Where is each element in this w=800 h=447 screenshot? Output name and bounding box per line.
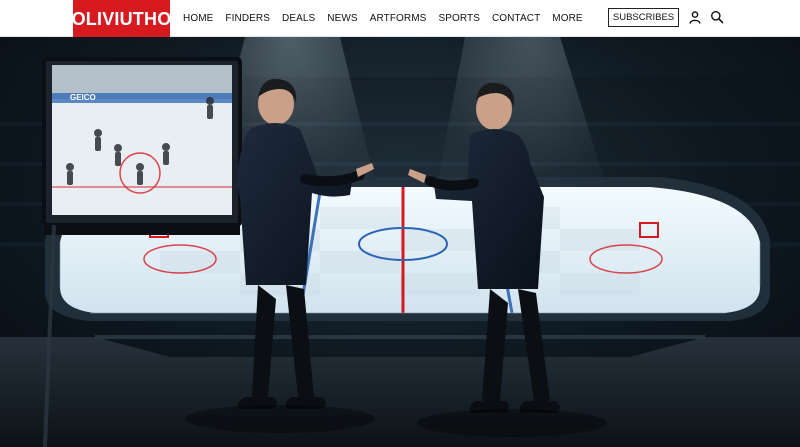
geico-board-text: GEICO [70,93,96,102]
nav-item-artforms[interactable]: ARTFORMS [370,13,427,24]
nav-item-news[interactable]: NEWS [327,13,357,24]
hero-illustration: GEICO [0,37,800,447]
nav-item-deals[interactable]: DEALS [282,13,315,24]
site-logo[interactable]: OLIVIUTHO [71,0,172,39]
top-navigation-bar: OLIVIUTHO HOME FINDERS DEALS NEWS ARTFOR… [0,0,800,39]
search-icon[interactable] [710,10,724,24]
nav-item-finders[interactable]: FINDERS [225,13,270,24]
subscribe-button[interactable]: SUBSCRIBES [608,8,679,27]
nav-item-contact[interactable]: CONTACT [492,13,540,24]
nav-item-home[interactable]: HOME [183,13,213,24]
user-icon[interactable] [688,10,702,24]
nav-item-more[interactable]: MORE [552,13,582,24]
site-logo-text: OLIVIUTHO [71,9,172,29]
subscribe-button-label: SUBSCRIBES [612,12,675,23]
main-nav: HOME FINDERS DEALS NEWS ARTFORMS SPORTS … [183,0,583,37]
hero-image: GEICO [0,37,800,447]
nav-item-sports[interactable]: SPORTS [438,13,480,24]
